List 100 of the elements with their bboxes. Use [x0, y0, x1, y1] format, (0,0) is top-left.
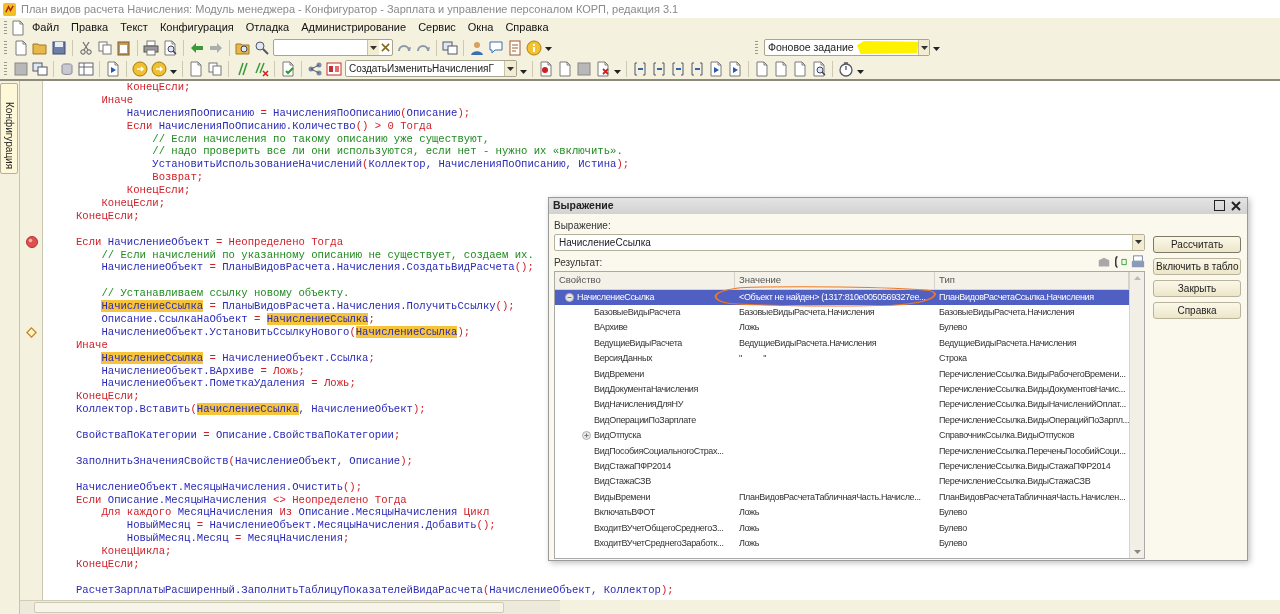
- page-check-icon[interactable]: [280, 60, 296, 77]
- table-row[interactable]: ВключатьВФОТ Ложь Булево: [555, 505, 1130, 521]
- table-row[interactable]: ВидСтажаСЗВ ПеречислениеСсылка.ВидыСтажаСЗВ: [555, 474, 1130, 490]
- copy-icon[interactable]: [97, 39, 113, 56]
- menu-item[interactable]: Конфигурация: [153, 19, 240, 36]
- table-row[interactable]: ВАрхиве Ложь Булево: [555, 320, 1130, 336]
- menu-item[interactable]: Отладка: [239, 19, 296, 36]
- windows-icon[interactable]: [442, 39, 458, 56]
- expression-field[interactable]: НачислениеСсылка: [554, 233, 1146, 251]
- grip-handle[interactable]: [4, 20, 7, 35]
- menu-item[interactable]: Администрирование: [295, 19, 413, 36]
- dropdown-arrow-icon[interactable]: [507, 66, 514, 71]
- bracket-icon[interactable]: [1114, 254, 1129, 269]
- caret-icon[interactable]: [933, 47, 940, 52]
- dialog-button[interactable]: Закрыть: [1153, 279, 1242, 297]
- search-icon[interactable]: [254, 39, 270, 56]
- column-header[interactable]: Значение: [739, 273, 782, 288]
- dialog-button[interactable]: Рассчитать: [1153, 235, 1242, 253]
- table-row[interactable]: ВерсияДанных " " Строка: [555, 351, 1130, 367]
- preview-icon[interactable]: [811, 60, 827, 77]
- bracket-arrow-icon[interactable]: [670, 60, 686, 77]
- document-icon[interactable]: [507, 39, 523, 56]
- table-row[interactable]: ВидДокументаНачисления ПеречислениеСсылка.ВидыДокументовНачис...: [555, 382, 1130, 398]
- person-icon[interactable]: [469, 39, 485, 56]
- table-row[interactable]: ВходитВУчетОбщегоСреднегоЗ... Ложь Булево: [555, 520, 1130, 536]
- dialog-button[interactable]: Справка: [1153, 301, 1242, 319]
- database-icon[interactable]: [59, 60, 75, 77]
- maximize-icon[interactable]: [1214, 200, 1225, 212]
- page-icon[interactable]: [10, 19, 26, 36]
- dialog-button[interactable]: Включить в табло: [1153, 257, 1242, 275]
- table-row[interactable]: ВидНачисленияДляНУ ПеречислениеСсылка.ВидыНачисленийОплат...: [555, 397, 1130, 413]
- table-row[interactable]: ВидОперацииПоЗарплате ПеречислениеСсылка.ВидыОперацийПоЗарпл...: [555, 412, 1130, 429]
- window-icon[interactable]: [576, 60, 592, 77]
- page-icon[interactable]: [773, 60, 789, 77]
- scissors-icon[interactable]: [78, 39, 94, 56]
- collapse-icon[interactable]: [565, 292, 574, 302]
- scroll-down-icon[interactable]: [1133, 549, 1141, 554]
- arrow-circle-icon[interactable]: [132, 60, 148, 77]
- expand-icon[interactable]: [582, 431, 591, 441]
- page-cross-icon[interactable]: [595, 60, 611, 77]
- network-icon[interactable]: [307, 60, 323, 77]
- module-dropdown[interactable]: СоздатьИзменитьНачисленияГ: [345, 60, 517, 77]
- page-icon[interactable]: [13, 39, 29, 56]
- page-marker-icon[interactable]: [538, 60, 554, 77]
- scrollbar[interactable]: [1129, 271, 1145, 558]
- stopwatch-icon[interactable]: [838, 60, 854, 77]
- table-row[interactable]: ВидПособияСоциальногоСтрах... ПеречислениеСсылка.ПереченьПособийСоци...: [555, 443, 1130, 460]
- code-line: КонецЕсли;: [75, 209, 140, 223]
- table-row[interactable]: ВидыВремени ПланВидовРасчетаТабличнаяЧасть.Начисле... ПланВидовРасчетаТабличнаяЧасть.Начислен...: [555, 489, 1130, 506]
- clipboard-icon[interactable]: [116, 39, 132, 56]
- table-icon[interactable]: [78, 60, 94, 77]
- printer-icon[interactable]: [143, 39, 159, 56]
- bracket-arrow-icon[interactable]: [651, 60, 667, 77]
- page-icon[interactable]: [188, 60, 204, 77]
- menu-item[interactable]: Файл: [26, 19, 66, 36]
- page-arrow-icon[interactable]: [105, 60, 121, 77]
- close-icon[interactable]: [1231, 200, 1241, 211]
- scrollbar[interactable]: [20, 600, 560, 614]
- dropdown-arrow-icon[interactable]: [370, 45, 377, 50]
- speech-bubble-icon[interactable]: [488, 39, 504, 56]
- grip-handle[interactable]: [755, 40, 758, 55]
- caret-icon[interactable]: [614, 70, 621, 75]
- page-arrow-icon[interactable]: [727, 60, 743, 77]
- bracket-arrow-icon[interactable]: [689, 60, 705, 77]
- menu-item[interactable]: Окна: [461, 19, 500, 36]
- column-header[interactable]: Свойство: [559, 273, 601, 288]
- search-field[interactable]: [273, 39, 393, 56]
- module-icon[interactable]: [326, 60, 342, 77]
- grip-handle[interactable]: [4, 40, 7, 55]
- menu-item[interactable]: Сервис: [412, 19, 462, 36]
- caret-icon[interactable]: [520, 70, 527, 75]
- table-row[interactable]: БазовыеВидыРасчета БазовыеВидыРасчета.Начисления БазовыеВидыРасчета.Начисления: [555, 305, 1130, 321]
- table-row[interactable]: ВидВремени ПеречислениеСсылка.ВидыРабочегоВремени...: [555, 366, 1130, 383]
- table-row[interactable]: ВедущиеВидыРасчета ВедущиеВидыРасчета.Начисления ВедущиеВидыРасчета.Начисления: [555, 335, 1130, 352]
- copy-icon[interactable]: [207, 60, 223, 77]
- clear-icon[interactable]: [381, 43, 390, 52]
- menu-item[interactable]: Правка: [65, 19, 115, 36]
- background-job-dropdown[interactable]: Фоновое задание: [764, 39, 930, 56]
- menu-item[interactable]: Справка: [499, 19, 555, 36]
- menu-item[interactable]: Текст: [114, 19, 154, 36]
- table-row[interactable]: ВходитВУчетСреднегоЗаработк... Ложь Булево: [555, 536, 1130, 552]
- table-row[interactable]: ВидОтпуска СправочникСсылка.ВидыОтпусков: [555, 428, 1130, 444]
- windows-icon[interactable]: [32, 60, 48, 77]
- page-arrow-icon[interactable]: [708, 60, 724, 77]
- grip-handle[interactable]: [4, 61, 7, 76]
- slash-cross-icon[interactable]: [253, 60, 269, 77]
- window-icon[interactable]: [13, 60, 29, 77]
- table-row[interactable]: ВидСтажаПФР2014 ПеречислениеСсылка.ВидыСтажаПФР2014: [555, 459, 1130, 475]
- caret-icon[interactable]: [857, 70, 864, 75]
- caret-icon[interactable]: [170, 70, 177, 75]
- caret-icon[interactable]: [545, 47, 552, 52]
- breakpoint-icon[interactable]: [25, 236, 38, 249]
- column-header[interactable]: Тип: [939, 273, 955, 288]
- side-tab[interactable]: Конфигурация: [0, 83, 18, 175]
- preview-icon[interactable]: [162, 39, 178, 56]
- page-icon[interactable]: [754, 60, 770, 77]
- bracket-arrow-icon[interactable]: [632, 60, 648, 77]
- dropdown-arrow-icon[interactable]: [1135, 240, 1143, 245]
- page-icon[interactable]: [557, 60, 573, 77]
- dropdown-arrow-icon[interactable]: [920, 45, 928, 50]
